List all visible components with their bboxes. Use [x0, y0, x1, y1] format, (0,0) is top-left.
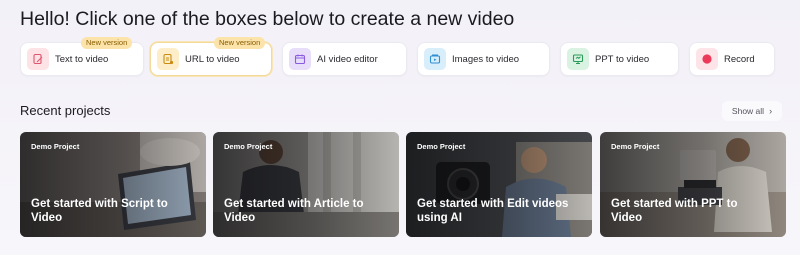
demo-project-tag: Demo Project — [611, 142, 660, 151]
project-title: Get started with PPT to Video — [611, 198, 738, 224]
action-label: PPT to video — [595, 53, 650, 65]
document-pen-icon — [27, 48, 49, 70]
project-card[interactable]: Demo Project Get started with Article to… — [213, 132, 399, 237]
url-document-icon — [157, 48, 179, 70]
demo-project-tag: Demo Project — [417, 142, 466, 151]
show-all-label: Show all — [731, 106, 765, 116]
action-label: URL to video — [185, 53, 240, 65]
images-icon — [424, 48, 446, 70]
demo-project-tag: Demo Project — [224, 142, 273, 151]
url-to-video-button[interactable]: URL to video New version — [150, 37, 272, 76]
demo-project-tag: Demo Project — [31, 142, 80, 151]
ai-video-editor-button[interactable]: AI video editor — [282, 42, 407, 76]
project-card[interactable]: Demo Project Get started with PPT to Vid… — [600, 132, 786, 237]
presentation-icon — [567, 48, 589, 70]
action-label: Images to video — [452, 53, 520, 65]
ai-editor-icon — [289, 48, 311, 70]
chevron-right-icon: › — [769, 106, 773, 116]
project-title: Get started with Edit videos using AI — [417, 198, 569, 224]
page-headline: Hello! Click one of the boxes below to c… — [20, 8, 515, 30]
record-button[interactable]: Record — [689, 42, 775, 76]
new-version-badge: New version — [81, 37, 133, 49]
images-to-video-button[interactable]: Images to video — [417, 42, 550, 76]
recent-projects-heading: Recent projects — [20, 103, 111, 118]
project-title: Get started with Article to Video — [224, 198, 364, 224]
action-label: Text to video — [55, 53, 109, 65]
project-title: Get started with Script to Video — [31, 198, 168, 224]
record-icon — [696, 48, 718, 70]
action-label: AI video editor — [317, 53, 378, 65]
recent-projects-list: Demo Project Get started with Script to … — [20, 132, 786, 237]
project-card[interactable]: Demo Project Get started with Edit video… — [406, 132, 592, 237]
project-card[interactable]: Demo Project Get started with Script to … — [20, 132, 206, 237]
action-label: Record — [724, 53, 755, 65]
text-to-video-button[interactable]: Text to video New version — [20, 37, 144, 76]
new-version-badge: New version — [214, 37, 266, 49]
show-all-link[interactable]: Show all › — [722, 101, 782, 121]
ppt-to-video-button[interactable]: PPT to video — [560, 42, 679, 76]
create-options: Text to video New version URL to video N… — [20, 37, 780, 76]
